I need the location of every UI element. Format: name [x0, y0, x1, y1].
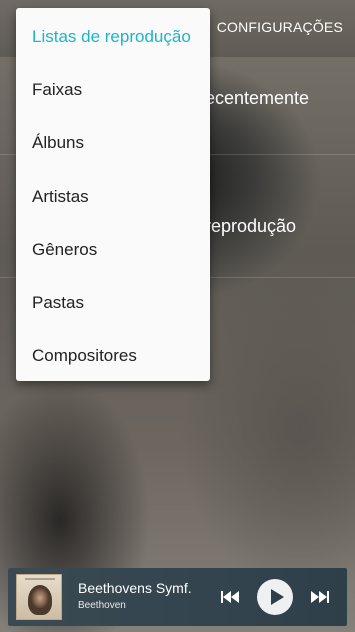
menu-item-tracks[interactable]: Faixas [32, 80, 82, 100]
previous-icon[interactable] [220, 589, 240, 605]
portrait-image [28, 585, 52, 615]
album-art-title-line [25, 578, 55, 580]
menu-item-genres[interactable]: Gêneros [32, 240, 97, 260]
menu-item-folders[interactable]: Pastas [32, 293, 84, 313]
track-artist: Beethoven [78, 600, 126, 611]
background-list-item-playlist[interactable]: reprodução [205, 216, 296, 237]
menu-item-artists[interactable]: Artistas [32, 187, 89, 207]
next-icon[interactable] [310, 589, 330, 605]
tab-settings[interactable]: CONFIGURAÇÕES [217, 19, 343, 35]
menu-item-albums[interactable]: Álbuns [32, 133, 84, 153]
mini-player[interactable]: Beethovens Symf. Beethoven [8, 568, 347, 626]
track-title: Beethovens Symf. [78, 580, 192, 596]
background-list-item-recent[interactable]: ecentemente [205, 88, 309, 109]
play-icon[interactable] [257, 579, 293, 615]
menu-item-playlists[interactable]: Listas de reprodução [32, 27, 191, 47]
menu-item-composers[interactable]: Compositores [32, 346, 137, 366]
album-art[interactable] [16, 574, 62, 620]
library-dropdown-menu: Listas de reprodução Faixas Álbuns Artis… [16, 8, 210, 381]
